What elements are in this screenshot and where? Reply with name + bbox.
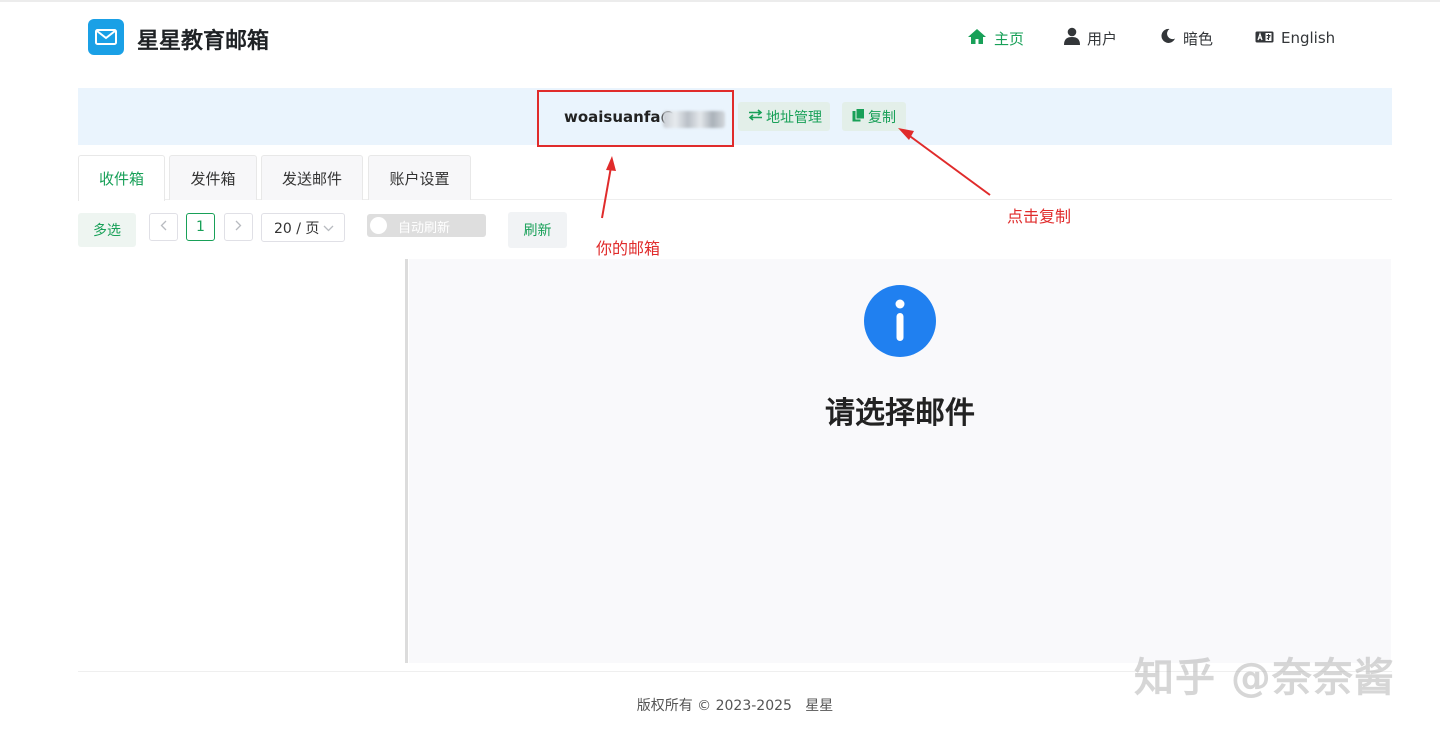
info-icon <box>864 285 936 357</box>
nav-dark-mode[interactable]: 暗色 <box>1160 26 1213 50</box>
nav-home-label: 主页 <box>994 29 1025 48</box>
home-icon <box>967 28 987 49</box>
address-manage-button[interactable]: 地址管理 <box>738 102 830 131</box>
toggle-knob <box>370 217 387 234</box>
nav-dark-label: 暗色 <box>1183 29 1214 48</box>
prev-page-button[interactable] <box>149 213 178 241</box>
email-address: woaisuanfa@ <box>564 108 676 126</box>
user-icon <box>1064 27 1080 49</box>
nav-language[interactable]: English <box>1255 26 1335 50</box>
address-manage-label: 地址管理 <box>766 109 822 126</box>
arrow-to-mailbox <box>601 166 612 219</box>
copy-icon <box>852 107 865 126</box>
arrow-head-mailbox <box>606 156 616 171</box>
page-size-select[interactable]: 20 / 页 <box>261 213 345 242</box>
mail-icon[interactable] <box>88 19 124 55</box>
nav-user[interactable]: 用户 <box>1064 26 1117 50</box>
auto-refresh-toggle[interactable]: 自动刷新 <box>367 214 486 237</box>
tab-account-settings[interactable]: 账户设置 <box>368 155 471 200</box>
nav-user-label: 用户 <box>1087 29 1118 48</box>
tab-send-mail[interactable]: 发送邮件 <box>261 155 363 200</box>
brand-title[interactable]: 星星教育邮箱 <box>137 23 269 55</box>
annotation-click-copy: 点击复制 <box>1007 207 1072 226</box>
address-bar <box>78 88 1392 145</box>
annotation-your-mailbox: 你的邮箱 <box>596 239 661 258</box>
page-number-current[interactable]: 1 <box>186 213 215 241</box>
refresh-button[interactable]: 刷新 <box>508 212 567 248</box>
tab-sent[interactable]: 发件箱 <box>169 155 257 200</box>
pane-divider[interactable] <box>405 259 408 663</box>
moon-icon <box>1160 28 1176 48</box>
translate-icon <box>1255 29 1274 47</box>
empty-state-title: 请选择邮件 <box>825 396 975 431</box>
multi-select-button[interactable]: 多选 <box>78 213 136 247</box>
email-domain-redacted <box>663 111 725 128</box>
nav-lang-label: English <box>1281 29 1336 47</box>
copy-label: 复制 <box>868 109 896 126</box>
chevron-down-icon <box>323 220 334 236</box>
top-border <box>0 0 1440 2</box>
nav-home[interactable]: 主页 <box>967 26 1024 50</box>
next-page-button[interactable] <box>224 213 253 241</box>
tab-inbox[interactable]: 收件箱 <box>78 155 165 201</box>
chevron-right-icon <box>235 220 242 235</box>
page-size-value: 20 / 页 <box>274 220 320 237</box>
swap-icon <box>748 108 763 125</box>
copy-button[interactable]: 复制 <box>842 102 906 131</box>
watermark: 知乎 @奈奈酱 <box>1134 655 1395 701</box>
auto-refresh-label: 自动刷新 <box>398 221 451 236</box>
chevron-left-icon <box>160 220 167 235</box>
